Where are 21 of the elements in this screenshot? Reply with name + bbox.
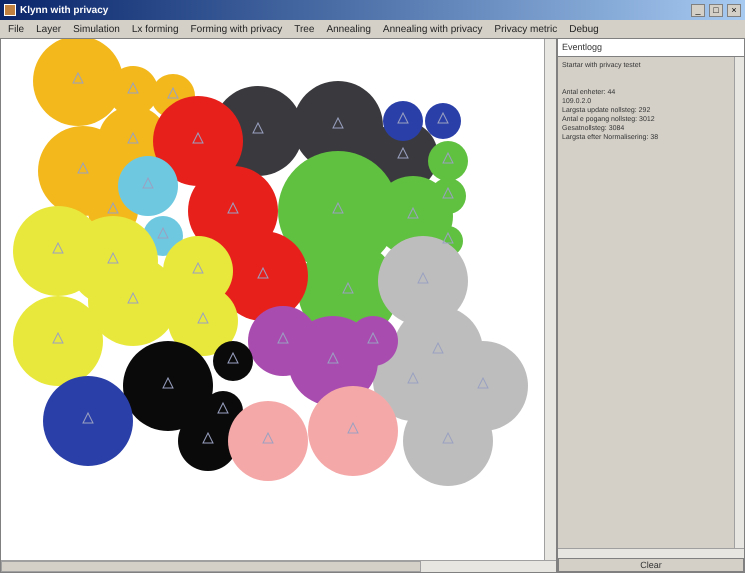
vertical-scrollbar[interactable] xyxy=(734,57,744,548)
window-control-button[interactable]: × xyxy=(727,4,741,16)
menu-item[interactable]: Simulation xyxy=(73,22,120,36)
window-control-button[interactable]: _ xyxy=(691,4,705,16)
menu-item[interactable]: Lx forming xyxy=(132,22,179,36)
window-control-button[interactable]: □ xyxy=(709,4,723,16)
menu-item[interactable]: Annealing xyxy=(326,22,371,36)
menu-item[interactable]: Layer xyxy=(36,22,62,36)
menu-item[interactable]: File xyxy=(8,22,24,36)
menu-item[interactable]: Privacy metric xyxy=(494,22,558,36)
menu-item[interactable]: Tree xyxy=(294,22,314,36)
window-title: Klynn with privacy xyxy=(20,4,110,18)
menu-item[interactable]: Annealing with privacy xyxy=(382,22,482,36)
clear-button[interactable]: Clear xyxy=(558,558,744,572)
menu-item[interactable]: Forming with privacy xyxy=(190,22,282,36)
menu-item[interactable]: Debug xyxy=(569,22,599,36)
horizontal-scrollbar[interactable] xyxy=(1,560,556,572)
panel-title: Eventlogg xyxy=(562,40,602,54)
horizontal-scrollbar[interactable] xyxy=(558,548,744,558)
vertical-scrollbar[interactable] xyxy=(544,39,556,560)
app-icon xyxy=(4,4,16,16)
